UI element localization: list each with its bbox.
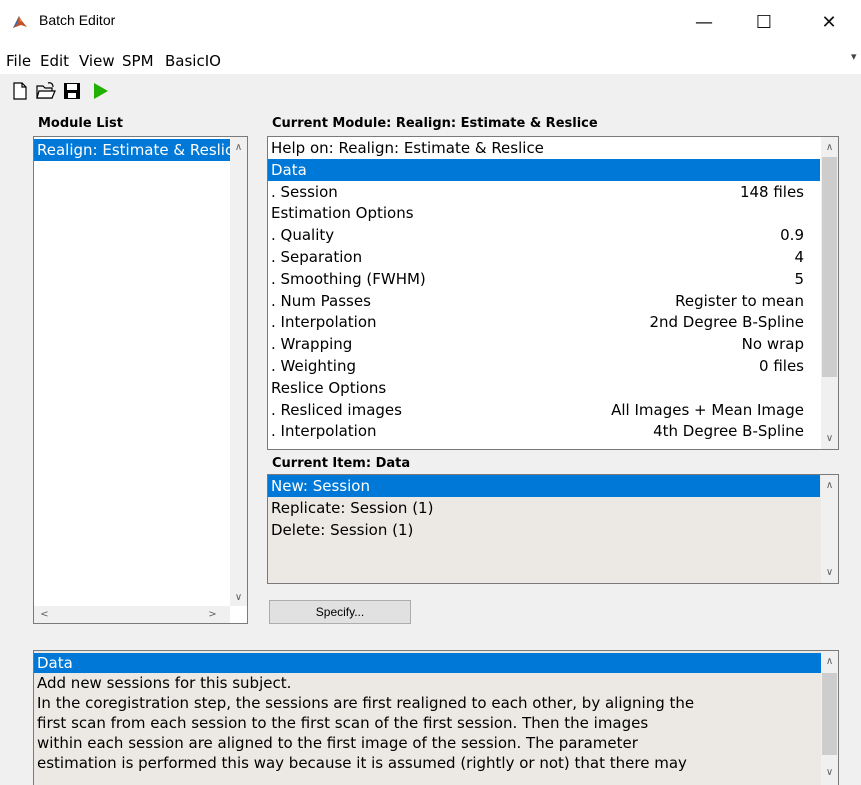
module-row[interactable]: Reslice Options	[268, 377, 820, 399]
help-line: Add new sessions for this subject.	[37, 674, 292, 692]
module-row[interactable]: . Smoothing (FWHM) 5	[268, 268, 820, 290]
module-row-value: 0.9	[780, 226, 804, 245]
menu-basicio[interactable]: BasicIO	[165, 52, 221, 70]
module-row-value: Register to mean	[675, 291, 804, 310]
current-item-vscrollbar[interactable]: ∧ ∨	[821, 475, 838, 583]
help-vscrollbar[interactable]: ∧ ∨	[821, 651, 838, 785]
scroll-down-icon[interactable]: ∨	[821, 764, 838, 781]
module-row-label: . Weighting	[271, 357, 356, 375]
help-line: In the coregistration step, the sessions…	[37, 694, 695, 712]
module-list-hscrollbar[interactable]: < >	[34, 606, 230, 623]
help-line: estimation is performed this way because…	[37, 754, 687, 772]
current-item-list[interactable]: New: Session Replicate: Session (1) Dele…	[267, 474, 839, 584]
scroll-down-icon[interactable]: ∨	[230, 589, 247, 606]
scroll-up-icon[interactable]: ∧	[821, 477, 838, 494]
help-text-panel[interactable]: Data Add new sessions for this subject. …	[33, 650, 839, 785]
scroll-thumb[interactable]	[822, 157, 837, 377]
module-row[interactable]: . Num Passes Register to mean	[268, 290, 820, 312]
module-row-label: Reslice Options	[271, 378, 387, 397]
module-row[interactable]: Data	[268, 158, 820, 181]
help-line: first scan from each session to the firs…	[37, 714, 649, 732]
open-folder-icon[interactable]	[35, 80, 57, 102]
scroll-left-icon[interactable]: <	[36, 606, 53, 623]
module-row-value: 148 files	[739, 182, 804, 201]
module-row-label: . Resliced images	[271, 400, 402, 419]
module-row[interactable]: . Interpolation 4th Degree B-Spline	[268, 420, 820, 442]
scroll-up-icon[interactable]: ∧	[821, 139, 838, 156]
module-row-label: . Separation	[271, 248, 363, 266]
module-list-item[interactable]: Realign: Estimate & Reslice	[34, 139, 230, 161]
current-module-vscrollbar[interactable]: ∧ ∨	[821, 137, 838, 449]
maximize-button[interactable]: ☐	[741, 0, 787, 44]
scroll-right-icon[interactable]: >	[204, 606, 221, 623]
current-item-replicate-session[interactable]: Replicate: Session (1)	[268, 497, 820, 519]
module-row-value: 2nd Degree B-Spline	[649, 313, 804, 332]
module-row-label: . Smoothing (FWHM)	[271, 269, 426, 288]
menu-view[interactable]: View	[79, 52, 115, 70]
scroll-down-icon[interactable]: ∨	[821, 430, 838, 447]
module-row-label: . Quality	[271, 226, 335, 245]
toolbar	[0, 74, 861, 108]
module-row-label: Estimation Options	[271, 204, 414, 223]
scroll-up-icon[interactable]: ∧	[821, 653, 838, 670]
menu-spm[interactable]: SPM	[122, 52, 154, 70]
minimize-button[interactable]: —	[681, 0, 727, 44]
module-row-label: . Interpolation	[271, 422, 377, 441]
current-item-delete-session[interactable]: Delete: Session (1)	[268, 519, 820, 541]
module-row[interactable]: . Session 148 files	[268, 181, 820, 203]
module-list-vscrollbar[interactable]: ∧ ∨	[230, 137, 247, 606]
module-row-value: No wrap	[741, 335, 804, 354]
module-row-value: 0 files	[759, 357, 804, 375]
module-row[interactable]: . Resliced images All Images + Mean Image	[268, 399, 820, 421]
matlab-app-icon	[11, 13, 29, 31]
module-row-value: All Images + Mean Image	[611, 400, 804, 419]
module-row[interactable]: Estimation Options	[268, 202, 820, 224]
module-row-label: Data	[271, 160, 307, 179]
module-row-label: Help on: Realign: Estimate & Reslice	[271, 139, 544, 157]
run-icon[interactable]	[89, 80, 111, 102]
module-row-value: 5	[794, 269, 804, 288]
module-row[interactable]: . Separation 4	[268, 246, 820, 268]
scroll-up-icon[interactable]: ∧	[230, 139, 247, 156]
scroll-down-icon[interactable]: ∨	[821, 564, 838, 581]
current-item-header: Current Item: Data	[272, 456, 411, 471]
current-item-new-session[interactable]: New: Session	[268, 475, 820, 497]
window-title: Batch Editor	[39, 12, 116, 28]
menu-pin-icon[interactable]: ▾	[851, 50, 857, 63]
new-file-icon[interactable]	[9, 80, 31, 102]
module-row-label: . Session	[271, 182, 338, 201]
help-line: within each session are aligned to the f…	[37, 734, 638, 752]
current-module-header: Current Module: Realign: Estimate & Resl…	[272, 116, 598, 131]
save-icon[interactable]	[61, 80, 83, 102]
module-row-label: . Num Passes	[271, 291, 371, 310]
module-row[interactable]: . Weighting 0 files	[268, 355, 820, 377]
menu-edit[interactable]: Edit	[40, 52, 69, 70]
module-row[interactable]: . Quality 0.9	[268, 224, 820, 246]
specify-button[interactable]: Specify...	[269, 600, 411, 624]
module-row-label: . Wrapping	[271, 335, 353, 354]
module-list-header: Module List	[38, 116, 123, 131]
module-row[interactable]: . Wrapping No wrap	[268, 333, 820, 355]
current-module-list[interactable]: Help on: Realign: Estimate & Reslice Data…	[267, 136, 839, 450]
help-title: Data	[34, 653, 821, 673]
menu-file[interactable]: File	[6, 52, 31, 70]
module-row[interactable]: Help on: Realign: Estimate & Reslice	[268, 137, 820, 159]
close-button[interactable]: ✕	[806, 0, 852, 44]
module-list[interactable]: Realign: Estimate & Reslice ∧ ∨ < >	[33, 136, 248, 624]
module-row[interactable]: . Interpolation 2nd Degree B-Spline	[268, 311, 820, 333]
module-row-value: 4	[794, 248, 804, 266]
module-row-value: 4th Degree B-Spline	[653, 422, 804, 441]
title-bar	[0, 0, 861, 44]
module-row-label: . Interpolation	[271, 313, 377, 332]
scroll-thumb[interactable]	[822, 673, 837, 755]
